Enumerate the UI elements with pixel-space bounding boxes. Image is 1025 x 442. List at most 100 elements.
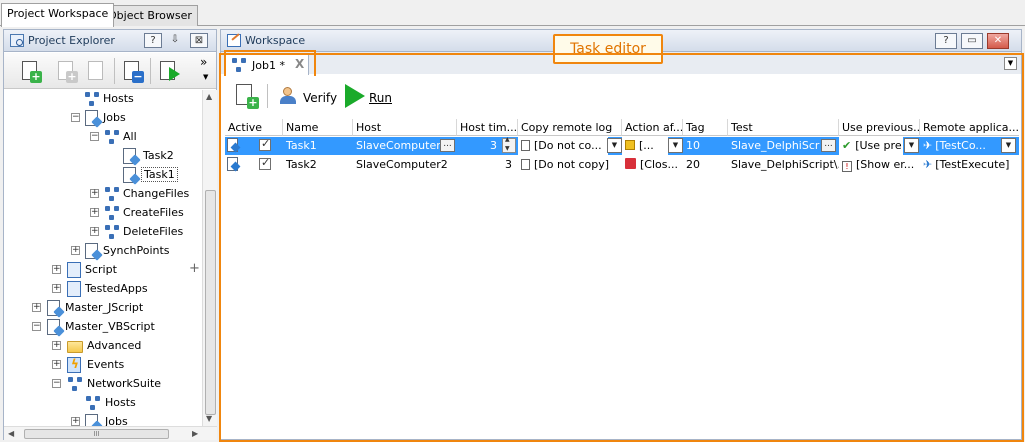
project-explorer-title: Project Explorer	[28, 34, 115, 47]
add-task-button[interactable]: +	[233, 83, 259, 109]
close-panel-button[interactable]: ⊠	[190, 33, 208, 48]
tree-item-events[interactable]: + Events	[4, 356, 202, 374]
tab-project-workspace[interactable]: Project Workspace	[1, 3, 115, 27]
scroll-thumb[interactable]	[205, 190, 216, 415]
active-checkbox[interactable]	[259, 137, 271, 151]
run-icon[interactable]	[345, 84, 365, 108]
tree-item-createfiles[interactable]: + CreateFiles	[4, 204, 202, 222]
tab-list-dropdown[interactable]: ▼	[1004, 57, 1017, 70]
expand-icon[interactable]: +	[90, 208, 99, 217]
tree-item-testedapps[interactable]: + TestedApps	[4, 280, 202, 298]
task-icon	[227, 138, 241, 154]
add-item-disabled-button[interactable]	[84, 59, 108, 83]
collapse-icon[interactable]: −	[32, 322, 41, 331]
restore-button[interactable]: ▭	[961, 33, 983, 49]
table-row-task2[interactable]: Task2 SlaveComputer2 3 [Do not copy] [Cl…	[225, 156, 1019, 174]
tree-item-master-vbscript[interactable]: − Master_VBScript	[4, 318, 202, 336]
column-header-active[interactable]: Active	[225, 119, 283, 136]
tree-item-master-jscript[interactable]: + Master_JScript	[4, 299, 202, 317]
remote-app-combo[interactable]: ✈ [TestCo...	[920, 137, 1000, 155]
host-time-value[interactable]: 3	[457, 137, 500, 155]
run-button[interactable]: Run	[369, 91, 392, 105]
verify-button[interactable]: Verify	[303, 91, 337, 105]
action-after-combo[interactable]: [...	[622, 137, 668, 155]
help-button[interactable]: ?	[144, 33, 162, 48]
scroll-thumb[interactable]: III	[24, 429, 169, 439]
copy-log-dropdown[interactable]: ▼	[607, 138, 622, 153]
scroll-right-icon[interactable]: ▶	[192, 429, 198, 438]
tree-item-networksuite[interactable]: − NetworkSuite	[4, 375, 202, 393]
column-header-use-previous[interactable]: Use previous...	[839, 119, 920, 136]
expand-icon[interactable]: +	[71, 246, 80, 255]
add-icon[interactable]: +	[189, 261, 200, 276]
tree-item-changefiles[interactable]: + ChangeFiles	[4, 185, 202, 203]
copy-log-value: [Do not co...	[534, 139, 602, 152]
tree-item-jobs-2[interactable]: + Jobs	[4, 413, 202, 426]
column-header-tag[interactable]: Tag	[683, 119, 728, 136]
scroll-up-icon[interactable]: ▲	[206, 92, 212, 101]
add-new-item-button[interactable]: +	[18, 59, 42, 83]
expand-icon[interactable]: +	[52, 360, 61, 369]
tab-object-browser[interactable]: Object Browser	[102, 5, 198, 26]
collapse-icon[interactable]: −	[71, 113, 80, 122]
tree-item-hosts[interactable]: Hosts	[4, 90, 202, 108]
use-previous-combo[interactable]: ✔ [Use pre	[839, 137, 903, 155]
remote-app-dropdown[interactable]: ▼	[1001, 138, 1016, 153]
task-host: SlaveComputer1	[356, 139, 448, 152]
tree-horizontal-scrollbar[interactable]: ◀ III ▶	[4, 426, 217, 440]
column-header-host-time[interactable]: Host tim...	[457, 119, 518, 136]
test-browse-button[interactable]: ...	[821, 139, 836, 152]
expand-icon[interactable]: +	[32, 303, 41, 312]
action-after-dropdown[interactable]: ▼	[668, 138, 683, 153]
column-header-host[interactable]: Host	[353, 119, 457, 136]
tree-item-jobs[interactable]: − Jobs	[4, 109, 202, 127]
scroll-left-icon[interactable]: ◀	[8, 429, 14, 438]
expand-icon[interactable]: +	[52, 341, 61, 350]
run-project-button[interactable]	[156, 59, 180, 83]
remove-item-button[interactable]: −	[120, 59, 144, 83]
pin-button[interactable]: ⇩	[166, 33, 184, 48]
column-header-copy-remote-log[interactable]: Copy remote log	[518, 119, 622, 136]
tree-item-task2[interactable]: Task2	[4, 147, 202, 165]
use-previous-dropdown[interactable]: ▼	[904, 138, 919, 153]
workspace-icon	[227, 34, 241, 47]
collapse-icon[interactable]: −	[52, 379, 61, 388]
copy-log-combo[interactable]: [Do not co...	[518, 137, 608, 155]
column-header-name[interactable]: Name	[283, 119, 353, 136]
help-button[interactable]: ?	[935, 33, 957, 49]
expand-icon[interactable]: +	[90, 189, 99, 198]
column-header-remote-application[interactable]: Remote applica...	[920, 119, 1019, 136]
minus-icon: −	[132, 70, 144, 83]
expand-icon[interactable]: +	[90, 227, 99, 236]
host-browse-button[interactable]: ...	[440, 139, 455, 152]
top-tab-strip: Project Workspace Object Browser	[0, 0, 1025, 27]
verify-icon[interactable]	[279, 87, 297, 105]
host-time-spinner[interactable]	[502, 136, 516, 153]
tree-item-all[interactable]: − All	[4, 128, 202, 146]
folder-icon	[67, 341, 83, 353]
expand-icon[interactable]: +	[71, 417, 80, 426]
tree-item-advanced[interactable]: + Advanced	[4, 337, 202, 355]
column-header-action-after[interactable]: Action af...	[622, 119, 683, 136]
add-existing-item-button[interactable]: +	[54, 59, 78, 83]
expand-icon[interactable]: +	[52, 284, 61, 293]
collapse-icon[interactable]: −	[90, 132, 99, 141]
tree-item-script[interactable]: + Script +	[4, 261, 202, 279]
chevron-down-icon[interactable]: ▼	[203, 73, 208, 81]
tree-vertical-scrollbar[interactable]: ▲ ▼	[202, 90, 217, 426]
project-explorer-panel: Project Explorer ? ⇩ ⊠ + + − » ▼ Hosts −…	[3, 29, 217, 440]
close-tab-icon[interactable]: X	[295, 57, 304, 71]
tab-job1[interactable]: Job1 * X	[224, 50, 316, 80]
tree-item-task1[interactable]: Task1	[4, 166, 202, 184]
tree-item-deletefiles[interactable]: + DeleteFiles	[4, 223, 202, 241]
toolbar-overflow-icon[interactable]: »	[200, 55, 207, 69]
action-after-text: [Clos...	[640, 158, 678, 171]
scroll-down-icon[interactable]: ▼	[206, 414, 212, 423]
tree-item-synchpoints[interactable]: + SynchPoints	[4, 242, 202, 260]
tree-item-hosts-2[interactable]: Hosts	[4, 394, 202, 412]
active-checkbox[interactable]	[259, 156, 271, 170]
column-header-test[interactable]: Test	[728, 119, 839, 136]
expand-icon[interactable]: +	[52, 265, 61, 274]
close-workspace-button[interactable]: ✕	[987, 33, 1009, 49]
table-row-task1[interactable]: Task1 SlaveComputer1 ... 3 [Do not co...…	[225, 136, 1019, 155]
